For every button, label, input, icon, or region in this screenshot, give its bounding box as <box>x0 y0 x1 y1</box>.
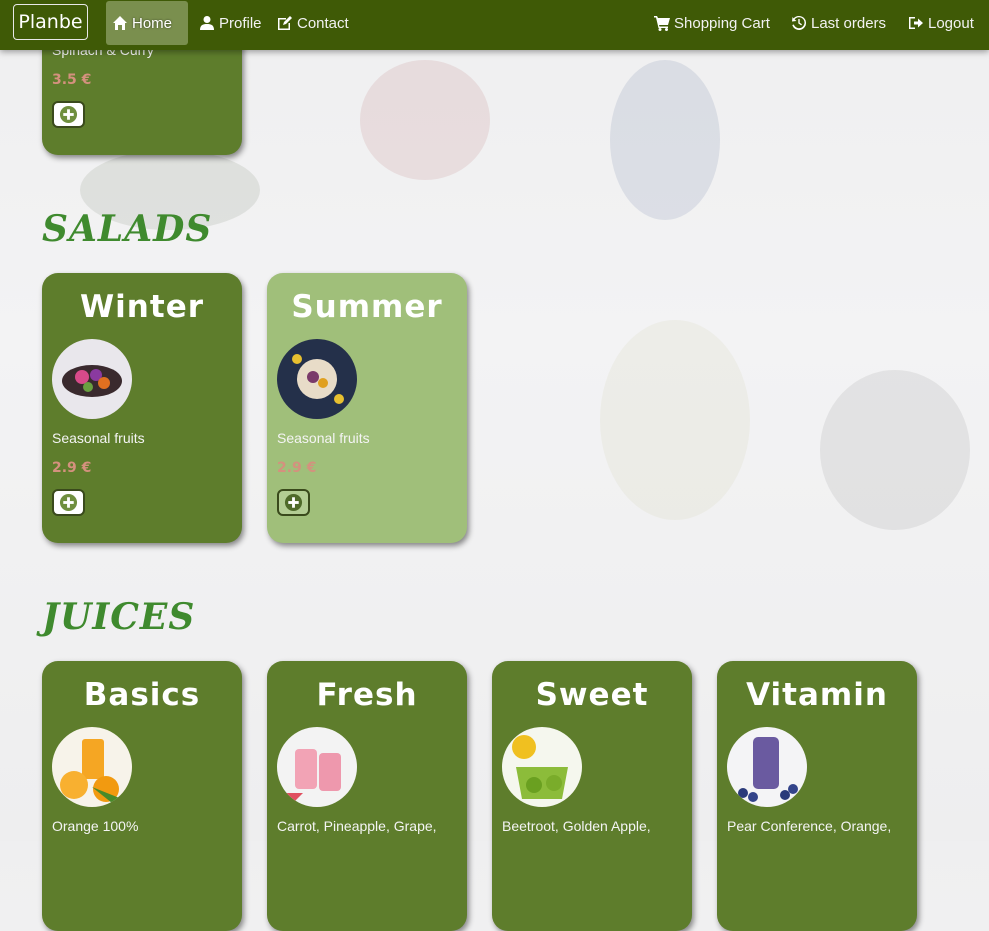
product-description: Seasonal fruits <box>277 430 370 446</box>
product-image <box>502 727 582 807</box>
nav-last-orders-label: Last orders <box>811 14 887 32</box>
product-card-fresh: Fresh Carrot, Pineapple, Grape, <box>267 661 467 931</box>
navbar: Planbe Home Profile Contact Shopping Car… <box>0 0 989 50</box>
product-card-sweet: Sweet Beetroot, Golden Apple, <box>492 661 692 931</box>
product-title: Summer <box>291 289 443 325</box>
product-title: Sweet <box>535 677 649 713</box>
product-card-summer: Summer Seasonal fruits 2.9 € <box>267 273 467 543</box>
nav-contact-label: Contact <box>297 14 349 32</box>
product-title: Vitamin <box>746 677 888 713</box>
nav-profile[interactable]: Profile <box>193 1 268 45</box>
brand-logo[interactable]: Planbe <box>13 4 88 40</box>
product-price: 2.9 € <box>52 460 92 476</box>
nav-contact[interactable]: Contact <box>271 1 355 45</box>
background-fruit-art <box>360 60 490 180</box>
product-title: Fresh <box>316 677 418 713</box>
product-description: Seasonal fruits <box>52 430 145 446</box>
home-icon <box>113 16 127 30</box>
edit-icon <box>278 16 292 30</box>
nav-logout-label: Logout <box>928 14 974 32</box>
product-description: Orange 100% <box>52 818 139 834</box>
nav-logout[interactable]: Logout <box>902 1 980 45</box>
plus-circle-icon <box>284 493 303 512</box>
product-card-winter: Winter Seasonal fruits 2.9 € <box>42 273 242 543</box>
nav-shopping-cart-label: Shopping Cart <box>674 14 770 32</box>
cart-icon <box>654 16 670 31</box>
add-to-cart-button[interactable] <box>52 489 85 516</box>
background-fruit-art <box>610 60 720 220</box>
nav-home[interactable]: Home <box>106 1 188 45</box>
product-image <box>727 727 807 807</box>
nav-home-label: Home <box>132 14 173 32</box>
history-icon <box>792 15 807 30</box>
product-description: Beetroot, Golden Apple, <box>502 818 651 834</box>
product-price: 2.9 € <box>277 460 317 476</box>
product-title: Winter <box>79 289 205 325</box>
nav-shopping-cart[interactable]: Shopping Cart <box>648 1 776 45</box>
product-card-vitamin: Vitamin Pear Conference, Orange, <box>717 661 917 931</box>
product-image <box>277 339 357 419</box>
nav-last-orders[interactable]: Last orders <box>785 1 892 45</box>
add-to-cart-button[interactable] <box>277 489 310 516</box>
product-image <box>52 339 132 419</box>
plus-circle-icon <box>59 493 78 512</box>
nav-profile-label: Profile <box>219 14 262 32</box>
add-to-cart-button[interactable] <box>52 101 85 128</box>
logout-icon <box>909 17 923 29</box>
product-title: Basics <box>83 677 201 713</box>
product-image <box>277 727 357 807</box>
product-image <box>52 727 132 807</box>
section-heading-salads: SALADS <box>42 208 213 250</box>
product-card-basics: Basics Orange 100% <box>42 661 242 931</box>
plus-circle-icon <box>59 105 78 124</box>
product-description: Carrot, Pineapple, Grape, <box>277 818 437 834</box>
section-heading-juices: JUICES <box>42 596 196 638</box>
background-fruit-art <box>600 320 750 520</box>
product-description: Pear Conference, Orange, <box>727 818 892 834</box>
product-price: 3.5 € <box>52 72 92 88</box>
background-fruit-art <box>820 370 970 530</box>
user-icon <box>200 16 214 30</box>
